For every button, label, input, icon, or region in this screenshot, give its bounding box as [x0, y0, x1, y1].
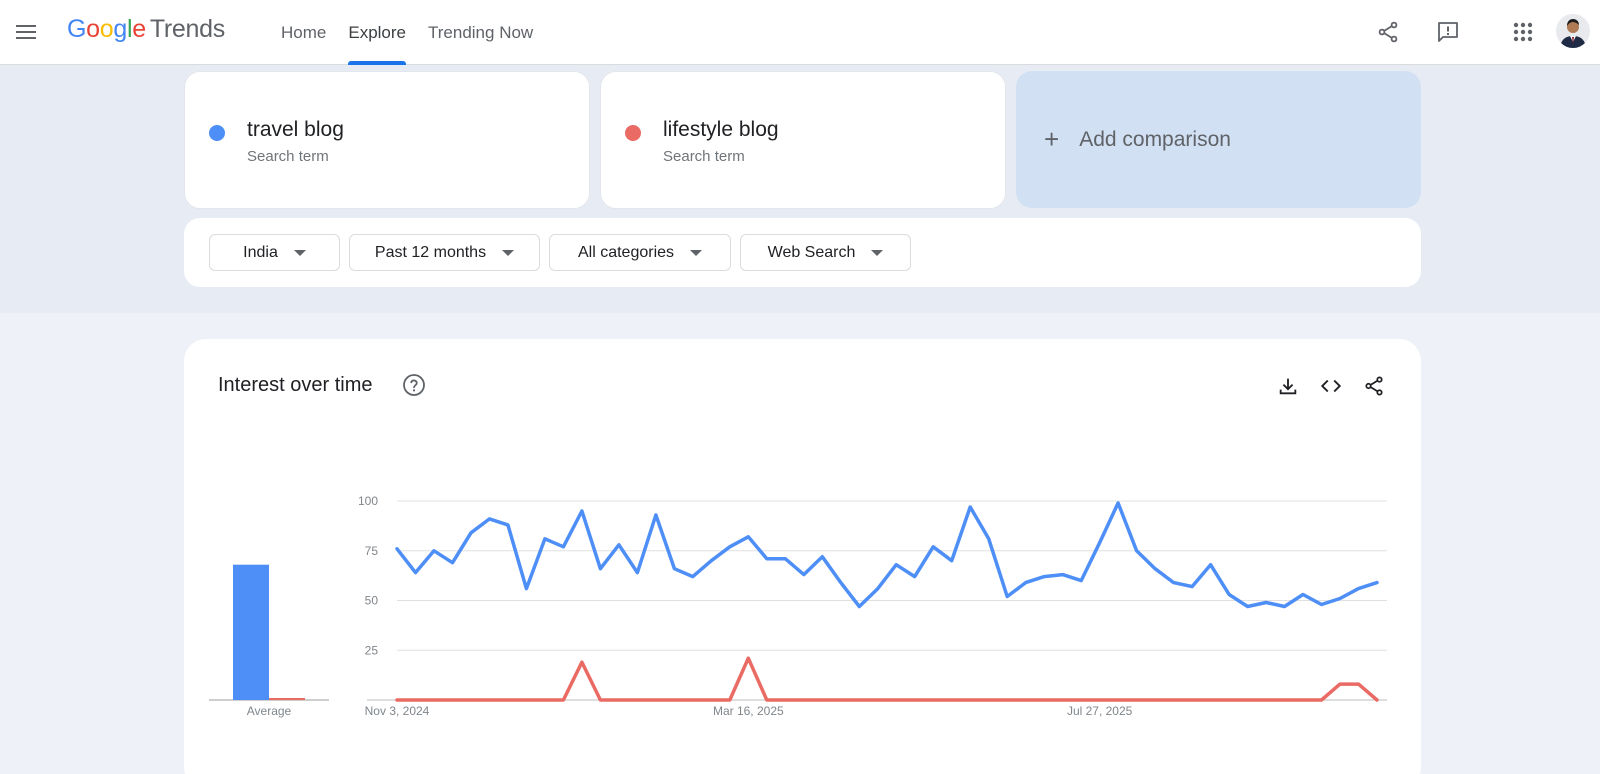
filter-region[interactable]: India	[209, 234, 340, 271]
y-tick-label: 75	[365, 544, 379, 558]
nav-tab-explore[interactable]: Explore	[337, 0, 417, 65]
average-bar	[233, 564, 269, 700]
series-line	[395, 656, 1379, 702]
x-tick-label: Nov 3, 2024	[365, 704, 430, 718]
google-trends-logo[interactable]: Google Trends	[67, 15, 225, 44]
nav-tab-home[interactable]: Home	[270, 0, 337, 65]
filter-label: Web Search	[767, 243, 856, 261]
plus-icon: +	[1044, 124, 1060, 154]
caret-down-icon	[690, 249, 703, 256]
x-tick-label: Jul 27, 2025	[1067, 704, 1133, 718]
filter-label: India	[243, 243, 278, 261]
top-app-bar: Google Trends Home Explore Trending Now	[0, 0, 1600, 65]
caret-down-icon	[871, 249, 884, 256]
share-icon[interactable]	[1372, 16, 1404, 48]
logo-letter: G	[67, 15, 87, 43]
term-name: lifestyle blog	[663, 118, 779, 141]
add-comparison-label: Add comparison	[1079, 127, 1231, 151]
filter-search-type[interactable]: Web Search	[740, 234, 911, 271]
apps-icon[interactable]	[1507, 16, 1539, 48]
filter-label: Past 12 months	[374, 243, 487, 261]
average-bar	[269, 698, 305, 700]
feedback-icon[interactable]	[1432, 16, 1464, 48]
average-label: Average	[247, 704, 292, 718]
filter-bar: India Past 12 months All categories Web …	[184, 218, 1421, 287]
y-tick-label: 100	[358, 494, 378, 508]
interest-chart: 25 50 75 100 Average Nov 3, 2024 Mar 16, 2025 J…	[209, 494, 1387, 718]
main-nav: Home Explore Trending Now	[270, 0, 544, 65]
interest-over-time-card: Interest over time 25 50 75 100 Average Nov 3…	[184, 339, 1421, 774]
x-tick-label: Mar 16, 2025	[713, 704, 784, 718]
add-comparison-button[interactable]: + Add comparison	[1016, 71, 1421, 208]
logo-letter: g	[113, 15, 127, 43]
logo-letter: o	[99, 15, 114, 43]
nav-tab-trending-now[interactable]: Trending Now	[417, 0, 544, 65]
logo-letter: e	[132, 15, 146, 43]
term-card-lifestyle-blog[interactable]: lifestyle blog Search term	[600, 71, 1006, 209]
y-tick-label: 25	[365, 643, 379, 657]
menu-icon[interactable]	[12, 18, 40, 46]
term-name: travel blog	[247, 118, 344, 141]
filter-category[interactable]: All categories	[549, 234, 731, 271]
filter-label: All categories	[577, 243, 675, 261]
term-color-dot	[209, 125, 225, 141]
caret-down-icon	[293, 249, 306, 256]
term-color-dot	[625, 125, 641, 141]
series-line	[395, 501, 1379, 609]
avatar[interactable]	[1556, 14, 1590, 48]
term-type: Search term	[247, 148, 329, 165]
term-type: Search term	[663, 148, 745, 165]
logo-letter: o	[86, 15, 100, 43]
filter-time-range[interactable]: Past 12 months	[349, 234, 540, 271]
y-tick-label: 50	[365, 594, 379, 608]
logo-trends-text: Trends	[149, 15, 225, 43]
term-card-travel-blog[interactable]: travel blog Search term	[184, 71, 590, 209]
caret-down-icon	[502, 249, 515, 256]
